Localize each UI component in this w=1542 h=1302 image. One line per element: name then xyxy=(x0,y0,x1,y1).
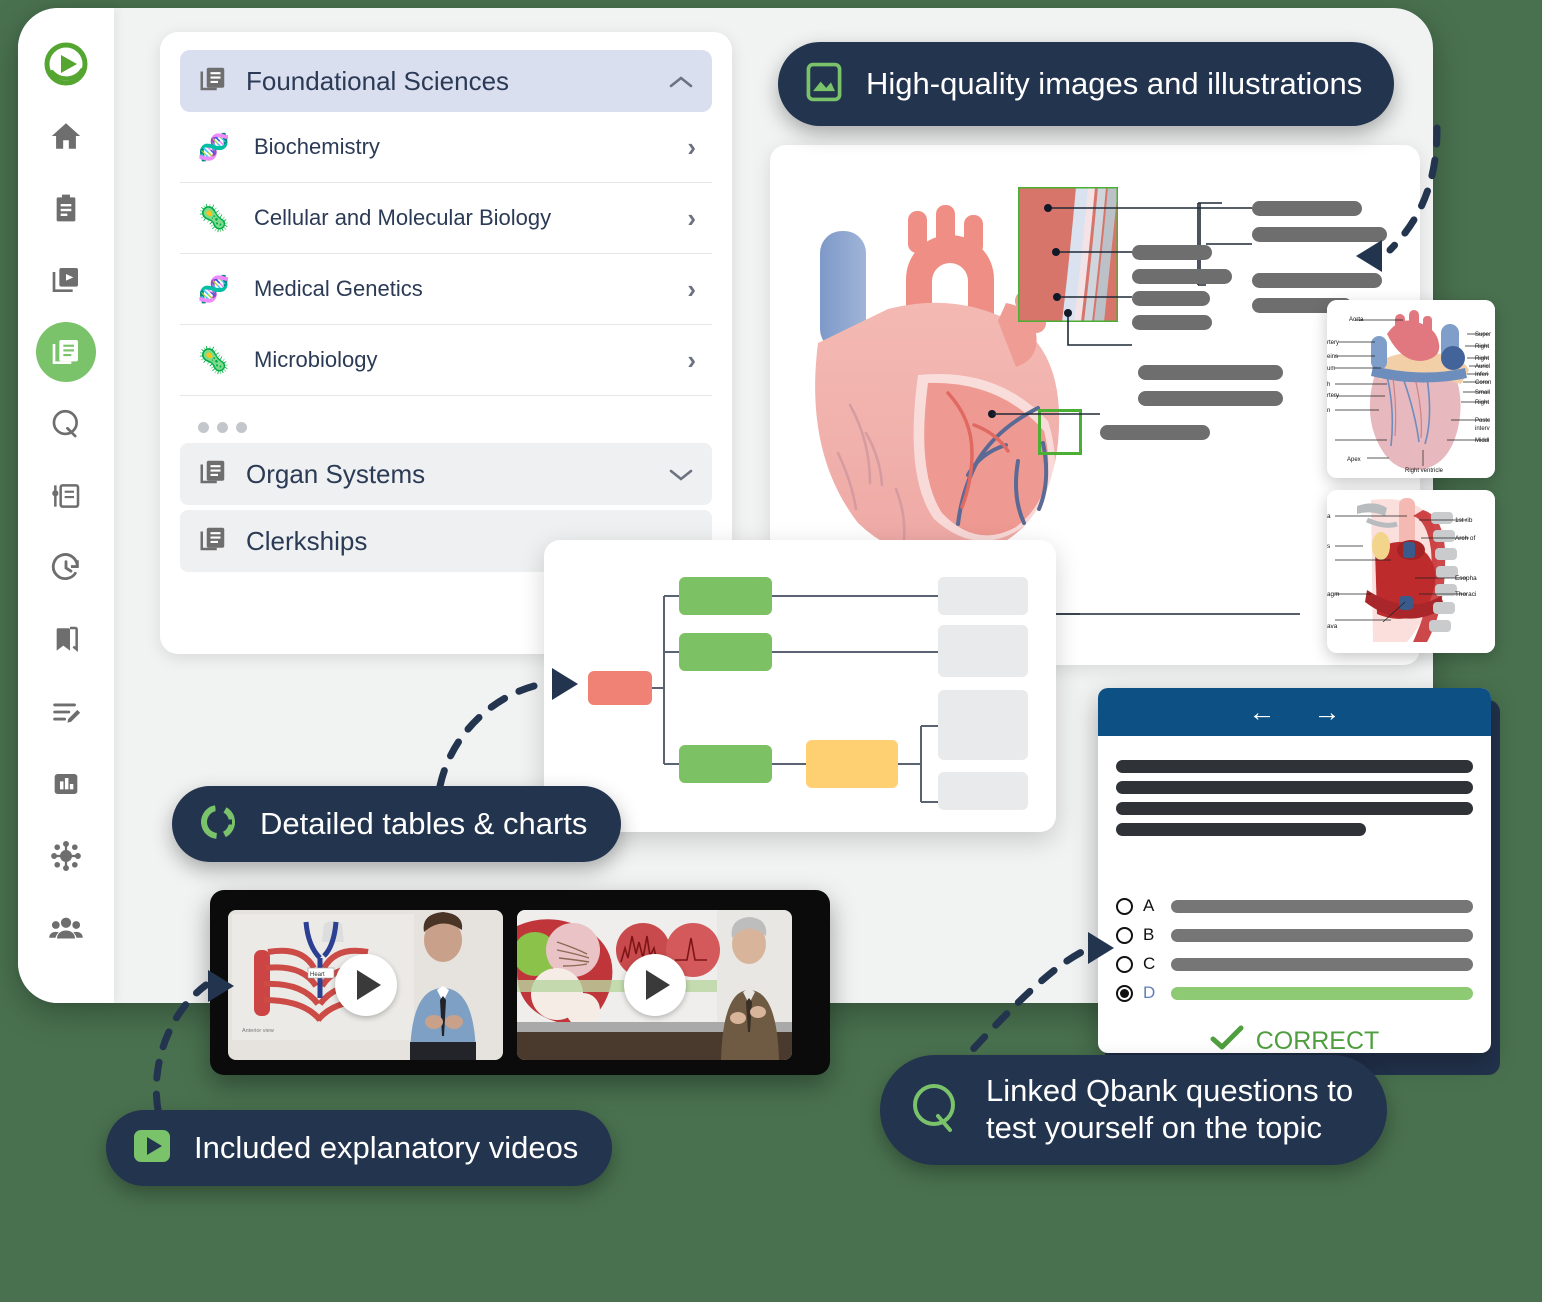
play-icon xyxy=(130,1124,174,1173)
badge-label-line1: Linked Qbank questions to xyxy=(986,1073,1354,1109)
badge-label-line2: test yourself on the topic xyxy=(986,1110,1323,1145)
screenshot-root: Foundational Sciences 🧬 Biochemistry › 🦠… xyxy=(0,0,1542,1302)
badge-included-videos: Included explanatory videos xyxy=(106,1110,613,1186)
arrowhead-charts xyxy=(552,668,578,700)
arrowhead-videos xyxy=(208,970,234,1002)
arrowhead-images xyxy=(1356,240,1382,272)
q-icon xyxy=(906,1078,966,1143)
badge-label: Included explanatory videos xyxy=(194,1129,579,1165)
donut-chart-icon xyxy=(196,800,240,849)
badge-label: High-quality images and illustrations xyxy=(866,65,1363,101)
badge-detailed-tables-charts: Detailed tables & charts xyxy=(172,786,622,862)
badge-label-multiline: Linked Qbank questions to test yourself … xyxy=(986,1073,1353,1146)
arrowhead-qbank xyxy=(1088,932,1114,964)
badge-high-quality-images: High-quality images and illustrations xyxy=(778,42,1395,126)
image-icon xyxy=(802,60,846,109)
badge-label: Detailed tables & charts xyxy=(260,805,588,841)
badge-linked-qbank: Linked Qbank questions to test yourself … xyxy=(880,1055,1388,1165)
